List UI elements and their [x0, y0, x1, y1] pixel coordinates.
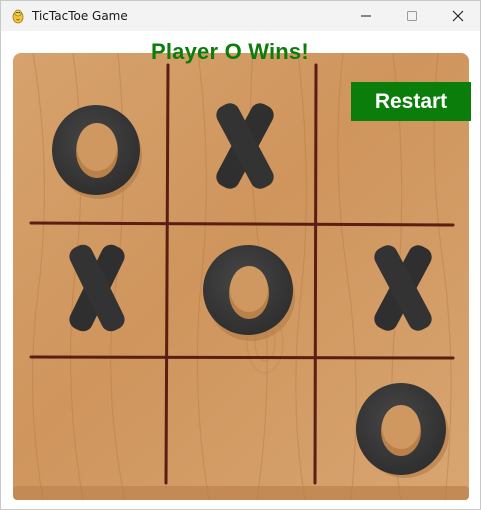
game-canvas[interactable]: Player O Wins! Restart [1, 31, 480, 509]
cell-1-1[interactable] [171, 228, 313, 353]
game-window: TicTacToe Game Player O Wins! Restart [0, 0, 481, 510]
cell-1-0[interactable] [33, 228, 163, 353]
cell-2-1[interactable] [171, 363, 313, 483]
maximize-icon [407, 11, 417, 21]
window-title: TicTacToe Game [32, 9, 128, 23]
minimize-icon [361, 15, 371, 17]
app-icon [12, 9, 24, 24]
close-icon [452, 10, 464, 22]
maximize-button[interactable] [389, 1, 435, 31]
minimize-button[interactable] [343, 1, 389, 31]
cell-0-0[interactable] [33, 68, 163, 218]
title-bar[interactable]: TicTacToe Game [1, 1, 480, 31]
cell-2-2[interactable] [319, 363, 459, 483]
close-button[interactable] [435, 1, 481, 31]
cell-0-1[interactable] [171, 68, 313, 218]
cell-1-2[interactable] [319, 228, 459, 353]
restart-button[interactable]: Restart [351, 82, 471, 121]
status-message: Player O Wins! [151, 39, 309, 64]
cell-2-0[interactable] [33, 363, 163, 483]
